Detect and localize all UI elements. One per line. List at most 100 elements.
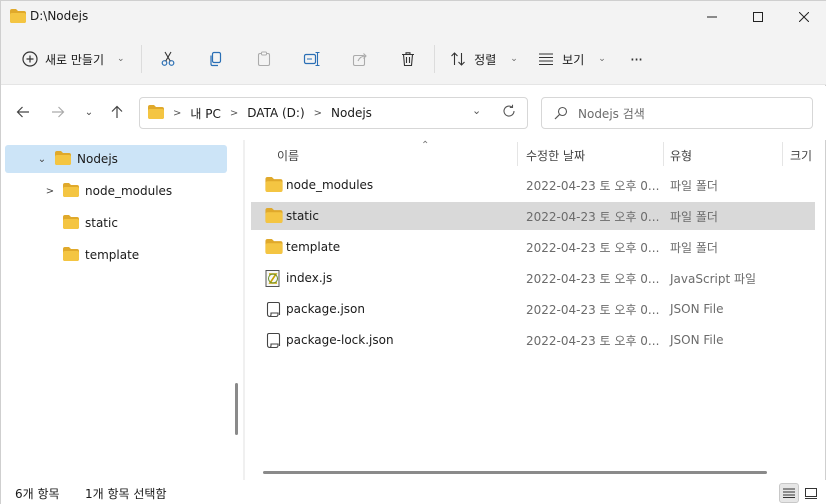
folder-icon xyxy=(265,208,283,226)
tree-item-nodejs[interactable]: ⌄ Nodejs xyxy=(5,145,227,173)
paste-icon xyxy=(257,51,271,67)
file-name: template xyxy=(286,240,341,254)
search-placeholder: Nodejs 검색 xyxy=(578,106,645,121)
plus-circle-icon xyxy=(22,51,38,67)
navigation-scrollbar[interactable] xyxy=(235,383,238,435)
column-header-date[interactable]: 수정한 날짜 xyxy=(526,142,656,168)
file-row[interactable]: package.json 2022-04-23 토 오후 0... JSON F… xyxy=(251,295,815,323)
tree-item-label: static xyxy=(85,216,118,230)
view-button[interactable]: 보기 ⌄ xyxy=(535,42,609,76)
details-view-icon xyxy=(783,488,795,498)
more-options-button[interactable]: ··· xyxy=(621,42,651,76)
cut-icon xyxy=(161,51,175,66)
tree-item-label: Nodejs xyxy=(77,152,118,166)
chevron-right-icon: > xyxy=(173,107,182,119)
arrow-right-icon xyxy=(52,106,65,118)
back-button[interactable] xyxy=(12,101,34,123)
file-type: JavaScript 파일 xyxy=(670,271,757,286)
forward-button[interactable] xyxy=(47,101,69,123)
title-bar: D:\Nodejs xyxy=(1,1,826,33)
file-date: 2022-04-23 토 오후 0... xyxy=(526,302,660,317)
folder-icon xyxy=(55,150,71,168)
minimize-button[interactable] xyxy=(689,1,735,33)
column-divider[interactable] xyxy=(782,142,783,166)
copy-icon xyxy=(210,51,222,67)
chevron-right-icon[interactable]: > xyxy=(230,108,238,119)
sort-ascending-icon: ⌃ xyxy=(421,140,430,151)
file-date: 2022-04-23 토 오후 0... xyxy=(526,209,660,224)
close-button[interactable] xyxy=(781,1,826,33)
chevron-down-icon: ⌄ xyxy=(598,54,606,64)
file-date: 2022-04-23 토 오후 0... xyxy=(526,240,660,255)
file-row[interactable]: index.js 2022-04-23 토 오후 0... JavaScript… xyxy=(251,264,815,292)
column-header-type[interactable]: 유형 xyxy=(670,142,780,168)
tree-item-label: node_modules xyxy=(85,184,173,198)
tree-item-static[interactable]: static xyxy=(63,209,233,237)
refresh-button[interactable] xyxy=(502,104,516,121)
file-name: package-lock.json xyxy=(286,333,394,347)
file-type: JSON File xyxy=(670,333,724,347)
file-type: 파일 폴더 xyxy=(670,209,718,224)
breadcrumb-this-pc[interactable]: 내 PC xyxy=(190,105,220,122)
toolbar-divider xyxy=(434,45,435,73)
pane-splitter[interactable] xyxy=(243,140,245,480)
file-type: JSON File xyxy=(670,302,724,316)
column-header-type-label: 유형 xyxy=(670,148,693,163)
copy-button[interactable] xyxy=(203,42,229,76)
delete-button[interactable] xyxy=(395,42,421,76)
up-button[interactable] xyxy=(106,101,128,123)
window-title: D:\Nodejs xyxy=(30,9,89,23)
rename-icon xyxy=(303,51,320,67)
sort-button[interactable]: 정렬 ⌄ xyxy=(447,42,521,76)
file-row[interactable]: package-lock.json 2022-04-23 토 오후 0... J… xyxy=(251,326,815,354)
column-header-size-label: 크기 xyxy=(790,148,813,163)
js-file-icon xyxy=(265,270,281,290)
json-file-icon xyxy=(265,332,281,352)
tiles-view-button[interactable] xyxy=(801,483,821,503)
new-button[interactable]: 새로 만들기 ⌄ xyxy=(14,42,132,76)
details-view-button[interactable] xyxy=(779,483,799,503)
column-header-size[interactable]: 크기 xyxy=(790,142,820,168)
chevron-down-icon: ⌄ xyxy=(117,54,125,64)
navigation-pane: ⌄ Nodejs > node_modules static template xyxy=(1,140,243,480)
file-row-selected[interactable]: static 2022-04-23 토 오후 0... 파일 폴더 xyxy=(251,202,815,230)
share-button[interactable] xyxy=(347,42,373,76)
file-row[interactable]: node_modules 2022-04-23 토 오후 0... 파일 폴더 xyxy=(251,171,815,199)
tree-item-label: template xyxy=(85,248,140,262)
column-divider[interactable] xyxy=(517,142,518,166)
recent-locations-button[interactable]: ⌄ xyxy=(78,101,100,123)
maximize-button[interactable] xyxy=(735,1,781,33)
address-bar[interactable]: > 내 PC > DATA (D:) > Nodejs ⌄ xyxy=(139,97,528,129)
tiles-view-icon xyxy=(805,487,817,499)
folder-icon xyxy=(63,214,79,232)
chevron-right-icon[interactable]: > xyxy=(314,108,322,119)
file-row[interactable]: template 2022-04-23 토 오후 0... 파일 폴더 xyxy=(251,233,815,261)
column-divider[interactable] xyxy=(663,142,664,166)
address-history-dropdown[interactable]: ⌄ xyxy=(472,104,481,117)
folder-icon xyxy=(265,239,283,257)
status-bar: 6개 항목 1개 항목 선택함 xyxy=(1,480,826,504)
tree-item-node-modules[interactable]: > node_modules xyxy=(43,177,233,205)
breadcrumb-drive[interactable]: DATA (D:) xyxy=(247,106,304,120)
file-type: 파일 폴더 xyxy=(670,178,718,193)
delete-icon xyxy=(402,52,414,67)
item-count: 6개 항목 xyxy=(15,487,60,501)
folder-icon xyxy=(265,177,283,195)
breadcrumb-current-folder[interactable]: Nodejs xyxy=(331,106,372,120)
json-file-icon xyxy=(265,301,281,321)
tree-item-template[interactable]: template xyxy=(63,241,233,269)
horizontal-scrollbar[interactable] xyxy=(263,471,767,474)
arrow-up-icon xyxy=(111,105,123,118)
share-icon xyxy=(352,53,367,67)
chevron-down-icon: ⌄ xyxy=(510,54,518,64)
chevron-down-icon[interactable]: ⌄ xyxy=(35,154,49,165)
column-header-name[interactable]: 이름 ⌃ xyxy=(277,140,517,168)
paste-button[interactable] xyxy=(251,42,277,76)
search-box[interactable]: Nodejs 검색 xyxy=(541,97,813,129)
arrow-left-icon xyxy=(16,106,29,118)
column-header-name-label: 이름 xyxy=(277,148,300,163)
minimize-icon xyxy=(707,16,717,18)
chevron-right-icon[interactable]: > xyxy=(43,186,57,197)
cut-button[interactable] xyxy=(155,42,181,76)
rename-button[interactable] xyxy=(299,42,325,76)
